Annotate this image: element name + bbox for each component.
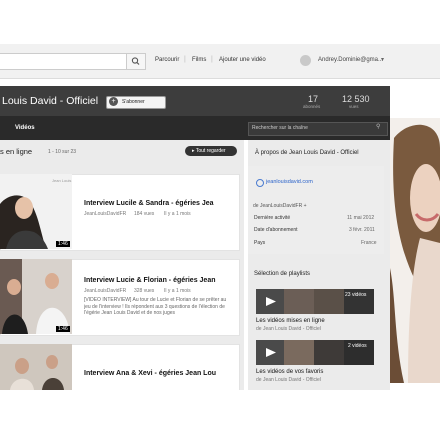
video-age: Il y a 1 mois	[164, 211, 191, 217]
search-icon[interactable]: ⚲	[376, 123, 380, 130]
nav-browse-link[interactable]: Parcourir	[155, 57, 179, 63]
video-thumbnail[interactable]	[0, 344, 72, 390]
playlist-author: de Jean Louis David - Officiel	[256, 326, 321, 332]
playlists-header: Sélection de playlists	[254, 271, 311, 277]
playlist-count: 2 vidéos	[348, 343, 367, 349]
video-title[interactable]: Interview Lucie & Florian - égéries Jean	[84, 277, 216, 284]
video-title[interactable]: Interview Lucile & Sandra - égéries Jea	[84, 200, 214, 207]
subscribers-label: abonnés	[303, 104, 321, 109]
about-value: 11 mai 2012	[347, 215, 375, 221]
nav-movies-link[interactable]: Films	[192, 57, 206, 63]
video-duration: 1:46	[56, 241, 70, 247]
video-title[interactable]: Interview Ana & Xevi - égéries Jean Lou	[84, 370, 216, 377]
playlist-title[interactable]: Les vidéos mises en ligne	[256, 318, 325, 324]
views-count: 12 530	[342, 94, 370, 104]
video-thumbnail[interactable]	[0, 259, 72, 334]
video-channel[interactable]: JeanLouisDavidFR	[84, 211, 126, 217]
video-thumbnail[interactable]: Jean Louis David	[0, 174, 72, 249]
video-channel[interactable]: JeanLouisDavidFR	[84, 288, 126, 294]
videos-count: 1 - 10 sur 23	[48, 149, 77, 155]
plus-icon: +	[109, 97, 118, 106]
website-link[interactable]: jeanlouisdavid.com	[266, 179, 313, 185]
subscribers-count: 17	[308, 94, 319, 104]
about-key: Date d'abonnement	[254, 227, 298, 233]
about-key: Dernière activité	[254, 215, 291, 221]
videos-section-title: s en ligne	[0, 147, 33, 156]
about-title: À propos de Jean Louis David - Officiel	[255, 150, 359, 156]
tab-videos[interactable]: Vidéos	[15, 125, 35, 131]
nav-upload-link[interactable]: Ajouter une vidéo	[219, 57, 266, 63]
account-name[interactable]: Andrey.Dominie@gma...	[318, 57, 383, 63]
plus-icon: +	[303, 203, 307, 209]
video-age: Il y a 1 mois	[164, 288, 191, 294]
search-input[interactable]	[0, 53, 127, 70]
about-value: 3 févr. 2011	[349, 227, 375, 233]
video-duration: 1:46	[56, 326, 70, 332]
svg-text:Jean Louis David: Jean Louis David	[52, 178, 72, 183]
avatar[interactable]	[300, 55, 311, 66]
playlist-author: de Jean Louis David - Officiel	[256, 377, 321, 383]
page-bottom	[0, 390, 440, 430]
playlist-title[interactable]: Les vidéos de vos favoris	[256, 369, 323, 375]
chevron-down-icon[interactable]: ▾	[381, 56, 384, 63]
subscribe-label: S'abonner	[122, 99, 145, 105]
video-description: [VIDEO INTERVIEW] Au tour de Lucie et Fl…	[84, 297, 227, 316]
video-views: 184 vues	[134, 211, 155, 217]
about-key: Pays	[254, 240, 266, 246]
nav-separator: |	[211, 56, 213, 63]
link-icon	[256, 179, 264, 187]
video-views: 328 vues	[134, 288, 155, 294]
channel-title: Louis David - Officiel	[2, 95, 99, 107]
views-label: vues	[349, 104, 359, 109]
channel-handle[interactable]: de JeanLouisDavidFR +	[253, 203, 307, 209]
search-icon	[131, 57, 140, 65]
about-value: France	[361, 240, 377, 246]
channel-search-placeholder: Rechercher sur la chaîne	[252, 125, 308, 131]
playlist-count: 23 vidéos	[345, 292, 367, 298]
search-button[interactable]	[126, 53, 146, 70]
nav-separator: |	[184, 56, 186, 63]
background-portrait-image	[390, 118, 440, 383]
play-all-label: ▸ Tout regarder	[192, 148, 226, 154]
